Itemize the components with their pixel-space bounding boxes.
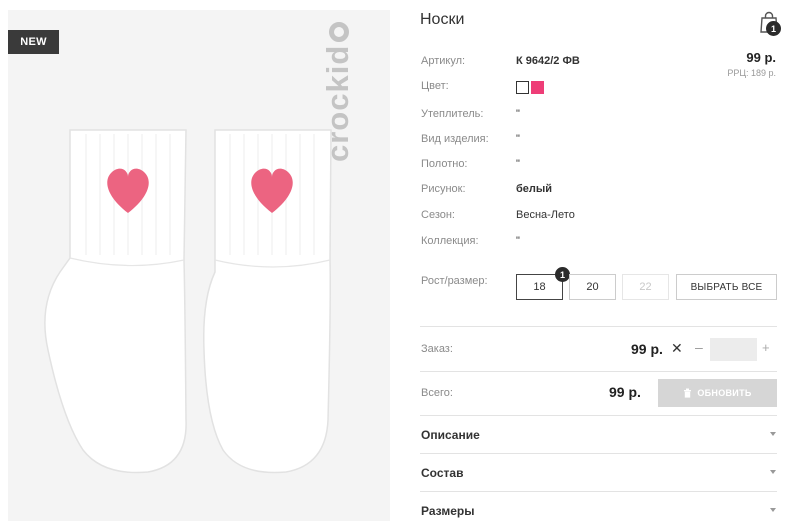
divider — [420, 453, 777, 454]
brand-logo: crockid — [320, 21, 356, 162]
attr-label-season: Сезон: — [421, 209, 455, 221]
new-badge: NEW — [8, 30, 59, 54]
update-button[interactable]: ОБНОВИТЬ — [658, 379, 777, 407]
accordion-description[interactable]: Описание — [421, 428, 480, 442]
attr-value-article: К 9642/2 ФВ — [516, 55, 580, 67]
divider — [420, 326, 777, 327]
right-sock — [202, 129, 332, 474]
close-icon[interactable]: ✕ — [671, 340, 683, 357]
order-price: 99 р. — [631, 341, 663, 357]
attr-value-product-type: " — [516, 133, 520, 145]
cart-count-badge: 1 — [766, 21, 781, 36]
left-sock — [44, 129, 187, 474]
product-image[interactable]: NEW crockid — [8, 10, 390, 521]
divider — [420, 415, 777, 416]
size-option-22: 22 — [622, 274, 669, 300]
accordion-composition[interactable]: Состав — [421, 466, 463, 480]
attr-label-pattern: Рисунок: — [421, 183, 466, 195]
color-swatch-pink[interactable] — [531, 81, 544, 94]
chevron-down-icon[interactable] — [770, 508, 776, 512]
quantity-input[interactable] — [710, 338, 757, 361]
attr-value-insulation: " — [516, 108, 520, 120]
size-option-20[interactable]: 20 — [569, 274, 616, 300]
minus-button[interactable]: – — [695, 339, 703, 355]
chevron-down-icon[interactable] — [770, 432, 776, 436]
chevron-down-icon[interactable] — [770, 470, 776, 474]
order-label: Заказ: — [421, 343, 453, 355]
select-all-button[interactable]: ВЫБРАТЬ ВСЕ — [676, 274, 777, 300]
attr-label-fabric: Полотно: — [421, 158, 468, 170]
size-count-badge: 1 — [555, 267, 570, 282]
divider — [420, 371, 777, 372]
attr-label-collection: Коллекция: — [421, 235, 479, 247]
total-label: Всего: — [421, 387, 453, 399]
total-price: 99 р. — [609, 384, 641, 400]
attr-label-color: Цвет: — [421, 80, 449, 92]
attr-value-collection: " — [516, 235, 520, 247]
plus-button[interactable]: + — [762, 340, 770, 355]
attr-label-insulation: Утеплитель: — [421, 108, 484, 120]
product-title: Носки — [420, 11, 465, 28]
accordion-sizes[interactable]: Размеры — [421, 504, 474, 518]
update-button-label: ОБНОВИТЬ — [697, 388, 752, 398]
attr-value-season: Весна-Лето — [516, 209, 575, 221]
trash-icon — [684, 388, 692, 398]
divider — [420, 491, 777, 492]
product-price: 99 р. — [746, 50, 776, 65]
attr-value-pattern: белый — [516, 183, 553, 195]
attr-label-product-type: Вид изделия: — [421, 133, 489, 145]
attr-value-fabric: " — [516, 158, 520, 170]
attr-label-article: Артикул: — [421, 55, 466, 67]
color-swatch-white[interactable] — [516, 81, 529, 94]
recommended-price: РРЦ: 189 р. — [727, 68, 776, 78]
size-label: Рост/размер: — [421, 275, 488, 287]
